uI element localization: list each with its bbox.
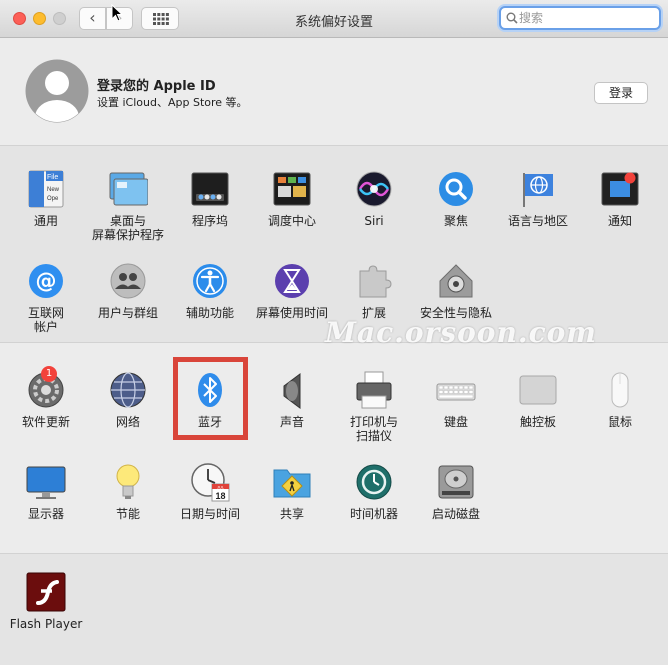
date-time-icon: JUL 18 [191, 463, 230, 502]
calendar-month-text: JUL [217, 484, 225, 489]
pref-label: 声音 [279, 415, 304, 429]
apple-id-title: 登录您的 Apple ID [97, 79, 216, 94]
mission-control-icon [273, 172, 311, 206]
notifications-icon [601, 172, 639, 206]
dock-icon [191, 172, 229, 206]
pref-label: 辅助功能 [185, 306, 234, 320]
pref-label: 触控板 [519, 415, 556, 429]
energy-saver-icon [116, 464, 140, 499]
keyboard-icon [436, 383, 476, 401]
preferences-section-hardware [0, 342, 668, 553]
extensions-icon [359, 265, 392, 298]
pref-label: 用户与群组 [97, 306, 158, 320]
pref-label: 调度中心 [267, 214, 316, 228]
login-button[interactable]: 登录 [594, 82, 648, 104]
watermark-text: Mac.orsoon.com [325, 316, 597, 349]
apple-id-subtitle: 设置 iCloud、App Store 等。 [97, 96, 248, 109]
pref-label: 共享 [279, 507, 304, 521]
update-count-badge: 1 [41, 366, 57, 382]
pref-label: 网络 [115, 415, 140, 429]
pref-label: 显示器 [27, 507, 64, 521]
users-groups-icon [110, 263, 146, 299]
sound-icon [283, 373, 301, 409]
svg-text:@: @ [36, 269, 57, 293]
pref-label: 键盘 [443, 415, 468, 429]
preferences-section-other [0, 553, 668, 665]
startup-disk-icon [438, 465, 474, 499]
pref-label: 日期与时间 [179, 507, 240, 521]
pref-label: 鼠标 [607, 415, 632, 429]
sharing-icon [273, 469, 311, 498]
apple-id-panel: 登录您的 Apple ID 设置 iCloud、App Store 等。 登录 [0, 39, 668, 145]
search-icon [506, 12, 518, 24]
pref-label: 屏幕使用时间 [255, 306, 328, 320]
pref-label: 语言与地区 [507, 214, 568, 228]
network-icon [110, 372, 146, 408]
printer-icon [356, 371, 392, 409]
pref-label: 打印机与 [349, 415, 398, 429]
system-preferences-window: ‹ › 系统偏好设置 搜索 登录您的 Apple ID 设置 iCloud、Ap… [0, 0, 668, 665]
screen-time-icon [275, 264, 309, 298]
search-field[interactable] [499, 6, 661, 30]
title-bar: ‹ › 系统偏好设置 [0, 0, 668, 38]
pref-label-line2: 帐户 [33, 320, 58, 334]
pref-label: 通用 [33, 214, 58, 228]
general-icon-label: File [47, 174, 58, 181]
pref-label: 桌面与 [109, 214, 146, 228]
general-icon-line1: New [47, 187, 60, 193]
pref-label: 程序坞 [191, 214, 228, 228]
pref-label: 启动磁盘 [431, 507, 480, 521]
calendar-day-text: 18 [215, 491, 225, 501]
pref-label: Siri [364, 214, 384, 228]
pref-label: 聚焦 [443, 214, 468, 228]
flash-player-icon [26, 572, 66, 612]
pref-label: 互联网 [27, 306, 64, 320]
general-icon-line2: Ope [47, 196, 59, 202]
pref-label: 时间机器 [349, 507, 398, 521]
pref-label-line2: 屏幕保护程序 [91, 228, 164, 242]
spotlight-icon [439, 172, 473, 206]
trackpad-icon [519, 375, 557, 405]
general-icon: File New Ope [28, 170, 64, 208]
search-input[interactable] [519, 9, 654, 27]
pref-label: 节能 [115, 507, 140, 521]
desktop-screensaver-icon [109, 172, 148, 206]
pref-label: Flash Player [9, 617, 83, 631]
displays-icon [26, 466, 66, 499]
pref-label: 通知 [607, 214, 632, 228]
avatar-icon[interactable] [25, 59, 89, 123]
internet-accounts-icon: @ [29, 264, 63, 298]
language-region-icon [523, 173, 553, 207]
mouse-icon [611, 372, 629, 408]
siri-icon [356, 171, 392, 207]
pref-label-line2: 扫描仪 [355, 429, 392, 443]
pref-label: 软件更新 [21, 415, 70, 429]
accessibility-icon [193, 264, 227, 298]
security-privacy-icon [439, 264, 473, 298]
time-machine-icon [356, 464, 392, 500]
bluetooth-highlight-box [173, 357, 248, 440]
